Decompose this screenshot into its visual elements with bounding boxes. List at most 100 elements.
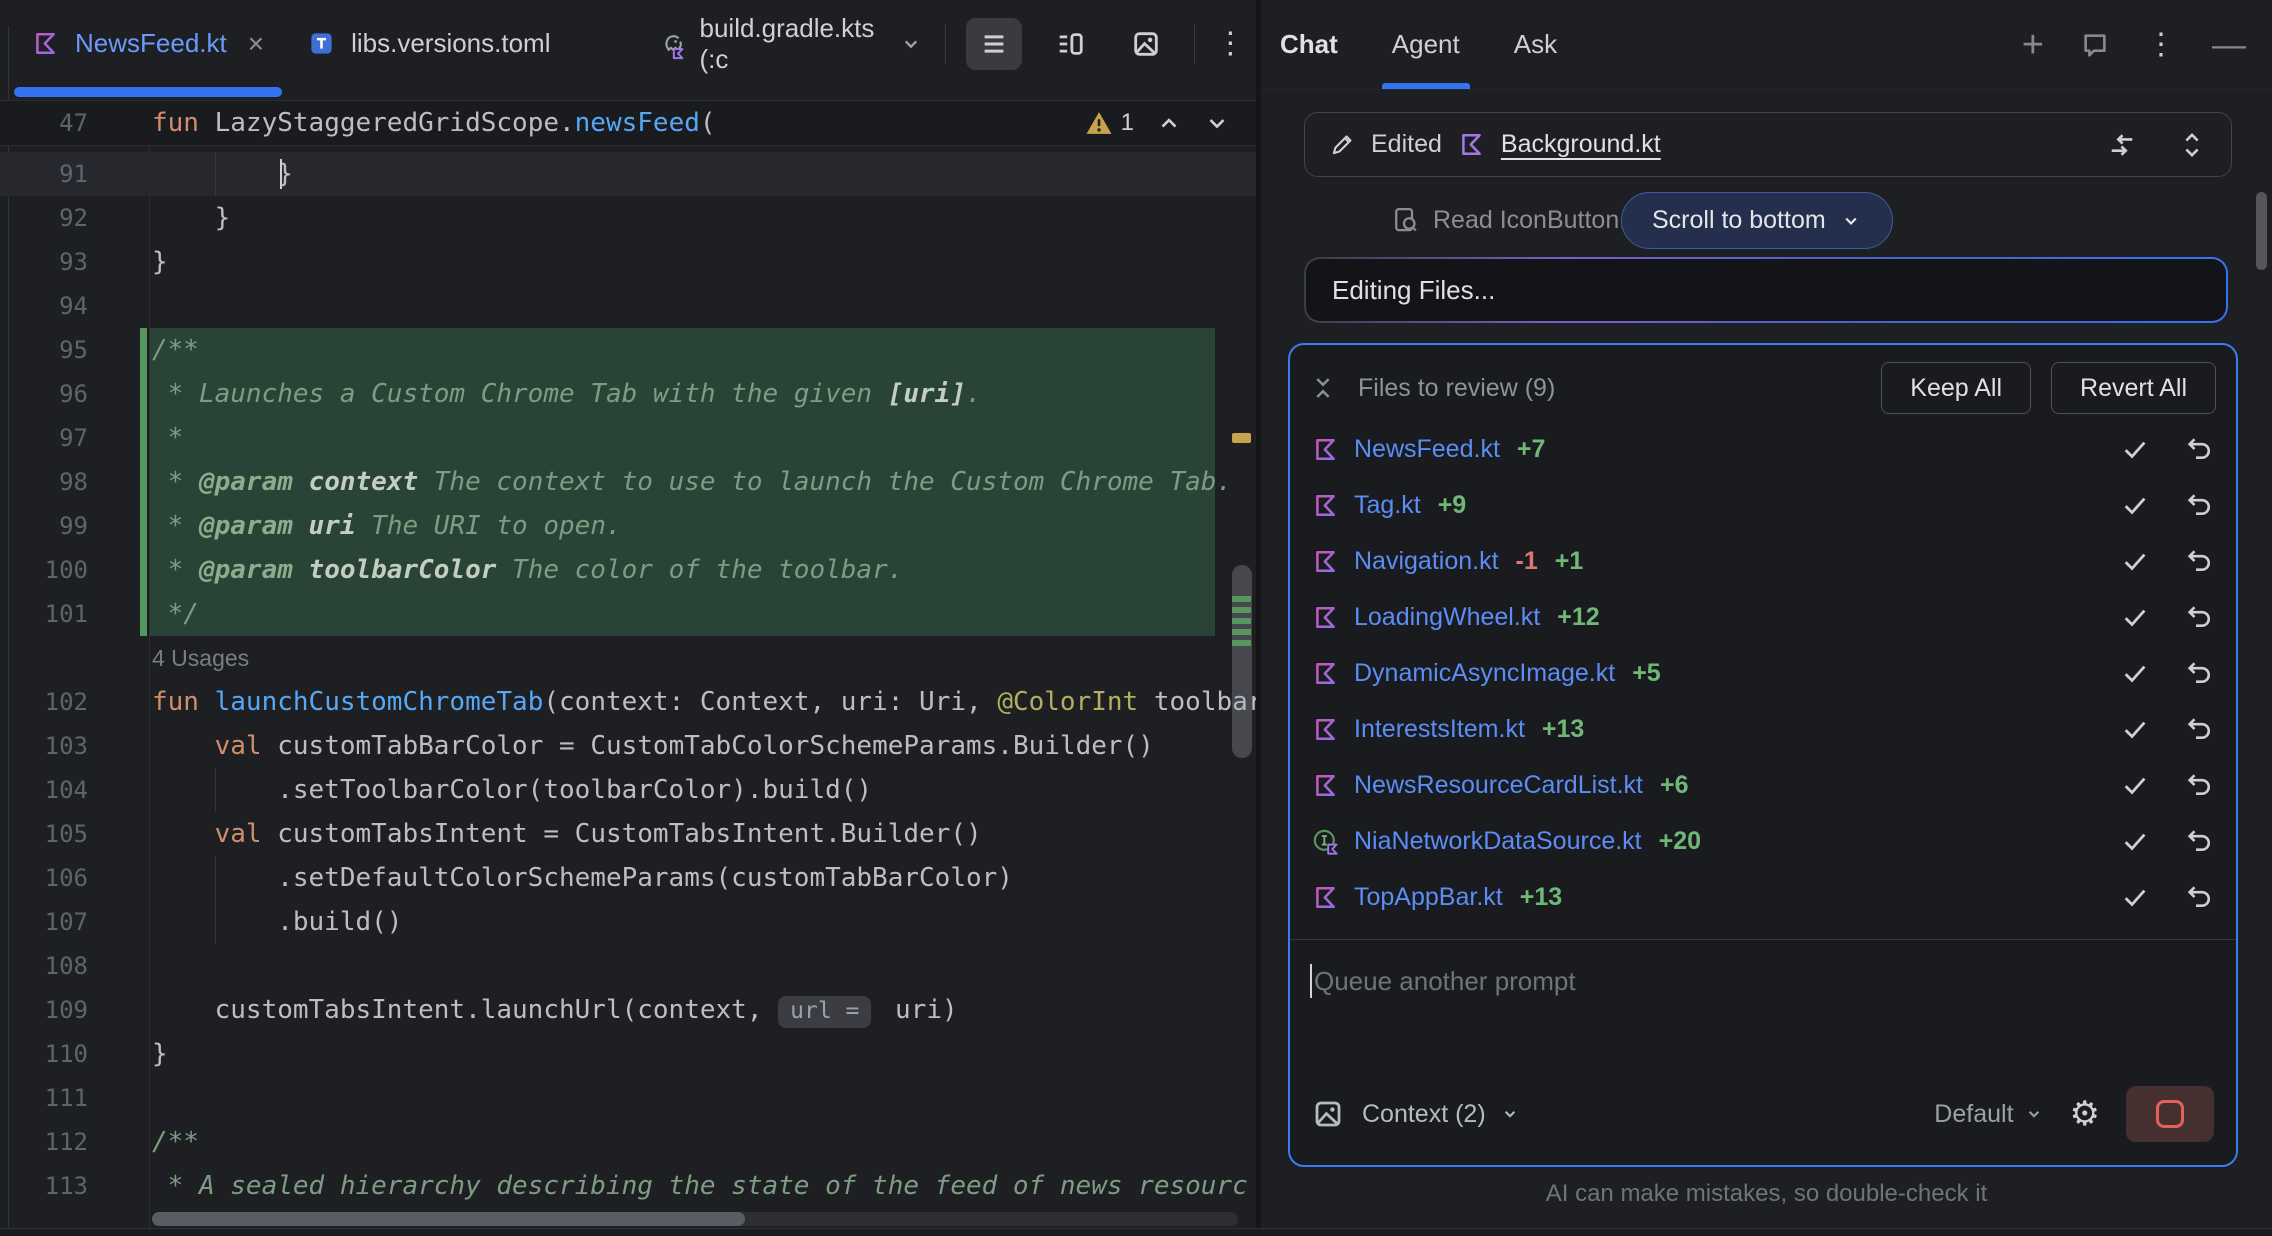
file-link[interactable]: TopAppBar.kt <box>1354 883 1503 912</box>
code-area[interactable]: 91 }92 }93}9495/**96 * Launches a Custom… <box>0 146 1256 1236</box>
usages-hint[interactable]: 4 Usages <box>0 636 1256 680</box>
read-file-text: Read IconButton. <box>1433 206 1626 235</box>
keep-file-check-icon[interactable] <box>2120 882 2150 912</box>
minimize-icon[interactable]: — <box>2212 28 2246 62</box>
revert-file-undo-icon[interactable] <box>2184 770 2214 800</box>
prev-warning-icon[interactable] <box>1156 110 1182 136</box>
revert-file-undo-icon[interactable] <box>2184 826 2214 856</box>
review-file-row-dynamicasyncimage-kt[interactable]: DynamicAsyncImage.kt+5 <box>1290 645 2236 701</box>
file-link[interactable]: NiaNetworkDataSource.kt <box>1354 827 1642 856</box>
revert-all-button[interactable]: Revert All <box>2051 362 2216 414</box>
horizontal-scrollbar-thumb[interactable] <box>152 1212 745 1226</box>
code-line-110[interactable]: 110} <box>0 1032 1256 1076</box>
code-line-104[interactable]: 104 .setToolbarColor(toolbarColor).build… <box>0 768 1256 812</box>
editor-tab-libs-versions-toml[interactable]: libs.versions.toml <box>286 0 572 87</box>
expand-unfold-icon[interactable] <box>2177 130 2207 160</box>
model-dropdown[interactable]: Default <box>1934 1100 2043 1129</box>
close-tab-icon[interactable]: × <box>248 28 264 60</box>
code-line-108[interactable]: 108 <box>0 944 1256 988</box>
edited-file-link[interactable]: Background.kt <box>1501 130 1661 159</box>
file-link[interactable]: NewsResourceCardList.kt <box>1354 771 1643 800</box>
keep-file-check-icon[interactable] <box>2120 602 2150 632</box>
code-line-99[interactable]: 99 * @param uri The URI to open. <box>0 504 1256 548</box>
revert-file-undo-icon[interactable] <box>2184 714 2214 744</box>
code-line-101[interactable]: 101 */ <box>0 592 1256 636</box>
file-link[interactable]: Tag.kt <box>1354 491 1421 520</box>
revert-file-undo-icon[interactable] <box>2184 882 2214 912</box>
code-line-93[interactable]: 93} <box>0 240 1256 284</box>
list-view-button[interactable] <box>966 18 1022 70</box>
stop-button[interactable] <box>2126 1086 2214 1142</box>
code-line-106[interactable]: 106 .setDefaultColorSchemeParams(customT… <box>0 856 1256 900</box>
settings-gear-icon[interactable]: ⚙ <box>2070 1097 2100 1131</box>
tab-dropdown-icon[interactable] <box>899 32 923 56</box>
review-file-row-loadingwheel-kt[interactable]: LoadingWheel.kt+12 <box>1290 589 2236 645</box>
code-line-113[interactable]: 113 * A sealed hierarchy describing the … <box>0 1164 1256 1208</box>
keep-file-check-icon[interactable] <box>2120 490 2150 520</box>
review-file-row-newsfeed-kt[interactable]: NewsFeed.kt+7 <box>1290 421 2236 477</box>
keep-file-check-icon[interactable] <box>2120 770 2150 800</box>
line-number: 107 <box>0 908 88 936</box>
diff-swap-icon[interactable] <box>2107 130 2137 160</box>
new-chat-icon[interactable]: + <box>2022 26 2044 64</box>
revert-file-undo-icon[interactable] <box>2184 658 2214 688</box>
review-file-row-topappbar-kt[interactable]: TopAppBar.kt+13 <box>1290 869 2236 925</box>
review-file-row-tag-kt[interactable]: Tag.kt+9 <box>1290 477 2236 533</box>
chat-scrollbar-thumb[interactable] <box>2256 192 2267 270</box>
code-line-91[interactable]: 91 } <box>0 152 1256 196</box>
keep-file-check-icon[interactable] <box>2120 434 2150 464</box>
keep-all-button[interactable]: Keep All <box>1881 362 2031 414</box>
code-line-97[interactable]: 97 * <box>0 416 1256 460</box>
review-file-row-newsresourcecardlist-kt[interactable]: NewsResourceCardList.kt+6 <box>1290 757 2236 813</box>
split-preview-button[interactable] <box>1042 18 1098 70</box>
sticky-function-line[interactable]: 47 fun LazyStaggeredGridScope.newsFeed( … <box>0 100 1256 146</box>
keep-file-check-icon[interactable] <box>2120 826 2150 856</box>
code-line-109[interactable]: 109 customTabsIntent.launchUrl(context, … <box>0 988 1256 1032</box>
revert-file-undo-icon[interactable] <box>2184 546 2214 576</box>
chat-more-menu-icon[interactable]: ⋮ <box>2146 27 2176 62</box>
review-file-row-navigation-kt[interactable]: Navigation.kt-1+1 <box>1290 533 2236 589</box>
chat-history-icon[interactable] <box>2080 30 2110 60</box>
preview-image-button[interactable] <box>1118 18 1174 70</box>
keep-file-check-icon[interactable] <box>2120 546 2150 576</box>
collapse-icon[interactable] <box>1310 375 1336 401</box>
revert-file-undo-icon[interactable] <box>2184 602 2214 632</box>
code-line-94[interactable]: 94 <box>0 284 1256 328</box>
review-file-row-nianetworkdatasource-kt[interactable]: NiaNetworkDataSource.kt+20 <box>1290 813 2236 869</box>
code-line-92[interactable]: 92 } <box>0 196 1256 240</box>
code-line-98[interactable]: 98 * @param context The context to use t… <box>0 460 1256 504</box>
code-line-100[interactable]: 100 * @param toolbarColor The color of t… <box>0 548 1256 592</box>
code-line-111[interactable]: 111 <box>0 1076 1256 1120</box>
editor-horizontal-scrollbar[interactable] <box>152 1212 1238 1226</box>
code-line-105[interactable]: 105 val customTabsIntent = CustomTabsInt… <box>0 812 1256 856</box>
chat-tab-ask[interactable]: Ask <box>1514 0 1557 89</box>
chat-tab-agent[interactable]: Agent <box>1392 0 1460 89</box>
code-line-102[interactable]: 102fun launchCustomChromeTab(context: Co… <box>0 680 1256 724</box>
editor-tab-newsfeed-kt[interactable]: NewsFeed.kt× <box>10 0 286 87</box>
context-dropdown[interactable]: Context (2) <box>1362 1100 1520 1129</box>
editor-vertical-scrollbar[interactable] <box>1232 565 1252 758</box>
code-line-112[interactable]: 112/** <box>0 1120 1256 1164</box>
revert-file-undo-icon[interactable] <box>2184 434 2214 464</box>
inspection-widget[interactable]: 1 <box>1085 109 1256 137</box>
next-warning-icon[interactable] <box>1204 110 1230 136</box>
keep-file-check-icon[interactable] <box>2120 658 2150 688</box>
code-line-95[interactable]: 95/** <box>0 328 1256 372</box>
revert-file-undo-icon[interactable] <box>2184 490 2214 520</box>
code-line-103[interactable]: 103 val customTabBarColor = CustomTabCol… <box>0 724 1256 768</box>
file-link[interactable]: DynamicAsyncImage.kt <box>1354 659 1615 688</box>
keep-file-check-icon[interactable] <box>2120 714 2150 744</box>
prompt-input[interactable]: Queue another prompt <box>1310 964 2216 998</box>
file-link[interactable]: NewsFeed.kt <box>1354 435 1500 464</box>
editor-tab-build-gradle-kts-c[interactable]: build.gradle.kts (:c <box>635 0 946 87</box>
file-link[interactable]: LoadingWheel.kt <box>1354 603 1540 632</box>
file-link[interactable]: InterestsItem.kt <box>1354 715 1525 744</box>
review-file-row-interestsitem-kt[interactable]: InterestsItem.kt+13 <box>1290 701 2236 757</box>
scroll-to-bottom-button[interactable]: Scroll to bottom <box>1621 192 1893 249</box>
file-link[interactable]: Navigation.kt <box>1354 547 1499 576</box>
edited-file-card[interactable]: Edited Background.kt <box>1304 112 2232 177</box>
editor-more-menu[interactable]: ⋮ <box>1215 26 1245 61</box>
code-line-96[interactable]: 96 * Launches a Custom Chrome Tab with t… <box>0 372 1256 416</box>
code-line-107[interactable]: 107 .build() <box>0 900 1256 944</box>
attach-image-icon[interactable] <box>1312 1098 1344 1130</box>
